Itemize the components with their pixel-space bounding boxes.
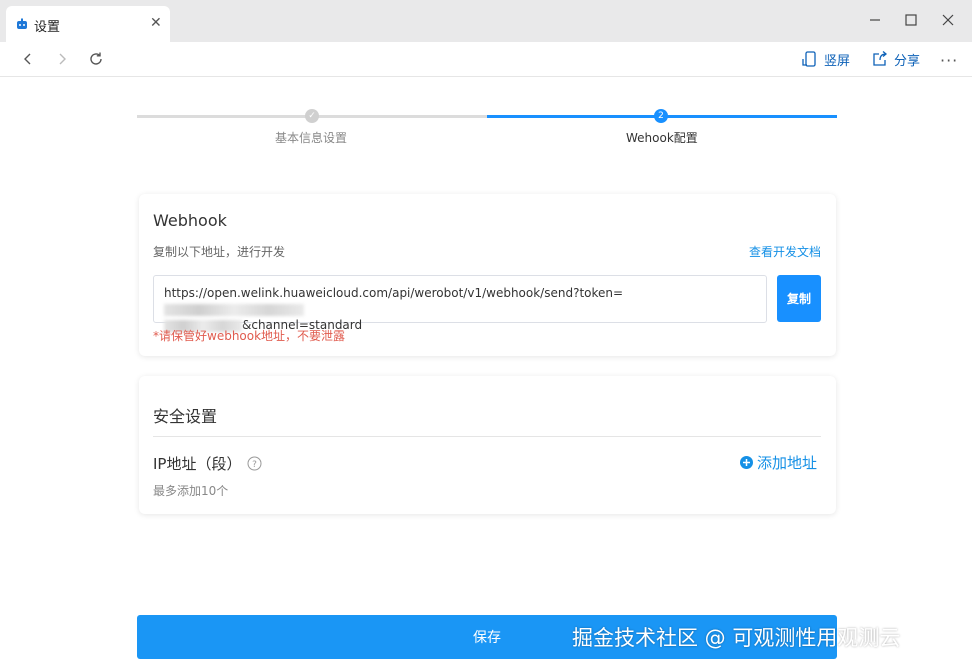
refresh-icon[interactable] xyxy=(88,51,104,67)
add-address-label: 添加地址 xyxy=(757,454,818,472)
watermark-text: 掘金技术社区 @ 可观测性用观测云 xyxy=(572,626,901,650)
copy-button[interactable]: 复制 xyxy=(777,275,821,322)
step2-label: Wehook配置 xyxy=(626,131,698,145)
share-button[interactable]: 分享 xyxy=(871,50,921,69)
portrait-button[interactable]: 竖屏 xyxy=(801,50,851,69)
close-window-icon[interactable] xyxy=(939,11,957,29)
minimize-icon[interactable] xyxy=(866,11,884,29)
back-icon[interactable] xyxy=(20,51,36,67)
divider xyxy=(153,436,821,437)
portrait-label: 竖屏 xyxy=(824,53,851,69)
share-icon xyxy=(873,51,888,66)
ip-address-row: IP地址（段） ? xyxy=(153,453,262,474)
webhook-url-field[interactable]: https://open.welink.huaweicloud.com/api/… xyxy=(153,275,767,332)
app-logo-icon xyxy=(17,18,27,29)
step2-number: 2 xyxy=(654,109,668,123)
help-icon[interactable]: ? xyxy=(247,456,262,471)
browser-toolbar: 竖屏 分享 ··· xyxy=(0,42,972,77)
step1-label: 基本信息设置 xyxy=(275,131,348,145)
tab-close-icon[interactable]: ✕ xyxy=(150,15,162,31)
more-options-icon[interactable]: ··· xyxy=(940,51,958,70)
ip-address-label: IP地址（段） xyxy=(153,455,242,473)
webhook-warning: *请保管好webhook地址，不要泄露 xyxy=(153,329,346,343)
dev-docs-link[interactable]: 查看开发文档 xyxy=(749,243,821,260)
webhook-url-text: https://open.welink.huaweicloud.com/api/… xyxy=(164,285,760,333)
webhook-title: Webhook xyxy=(153,211,227,230)
svg-text:?: ? xyxy=(253,460,258,470)
token-redacted xyxy=(164,303,304,316)
add-address-button[interactable]: 添加地址 xyxy=(740,452,817,473)
share-label: 分享 xyxy=(894,53,921,69)
browser-tab[interactable]: 设置 ✕ xyxy=(6,6,170,42)
step1-check-icon: ✓ xyxy=(305,109,319,123)
maximize-icon[interactable] xyxy=(902,11,920,29)
security-card: 安全设置 IP地址（段） ? 添加地址 最多添加10个 xyxy=(139,376,836,514)
window-titlebar: 设置 ✕ xyxy=(0,0,972,42)
webhook-hint: 复制以下地址，进行开发 xyxy=(153,245,286,259)
portrait-icon xyxy=(802,51,816,67)
forward-icon[interactable] xyxy=(54,51,70,67)
security-title: 安全设置 xyxy=(153,407,218,426)
ip-limit-text: 最多添加10个 xyxy=(153,484,229,498)
webhook-url-line1: https://open.welink.huaweicloud.com/api/… xyxy=(164,286,624,300)
webhook-card: Webhook 复制以下地址，进行开发 查看开发文档 https://open.… xyxy=(139,194,836,356)
plus-circle-icon xyxy=(740,456,753,469)
tab-title: 设置 xyxy=(34,20,61,35)
